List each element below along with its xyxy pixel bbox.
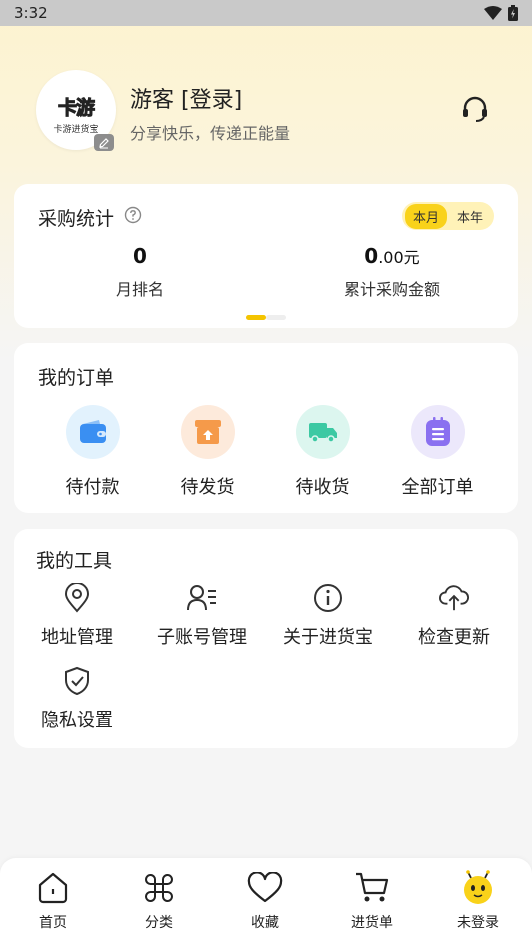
list-icon — [410, 405, 465, 459]
category-icon — [141, 870, 177, 906]
username-login-link[interactable]: 游客 [登录] — [130, 82, 242, 114]
tools-title: 我的工具 — [36, 550, 113, 572]
tab-label: 分类 — [145, 915, 173, 931]
tab-category[interactable]: 分类 — [109, 870, 209, 932]
order-status-list: 待付款 待发货 待收货 全部订单 — [14, 405, 518, 499]
sub-account-icon — [187, 583, 217, 613]
order-item-label: 待发货 — [180, 477, 235, 498]
total-amount-label: 累计采购金额 — [343, 280, 440, 299]
bottom-tab-bar: 首页 分类 收藏 进货单 未登录 — [0, 858, 532, 944]
total-purchase-stat: 0.00元 累计采购金额 — [314, 244, 470, 300]
tool-address-management[interactable]: 地址管理 — [15, 583, 139, 649]
shield-check-icon — [62, 666, 92, 696]
tool-label: 子账号管理 — [157, 627, 247, 648]
cart-icon — [354, 870, 390, 906]
total-amount-decimal: .00 — [378, 248, 404, 267]
logo-subtext: 卡游进货宝 — [53, 125, 99, 135]
total-amount-int: 0 — [364, 244, 379, 268]
tab-purchase-list[interactable]: 进货单 — [322, 870, 422, 932]
tool-label: 关于进货宝 — [283, 627, 373, 648]
profile-header: 卡游 卡游进货宝 游客 [登录] 分享快乐，传递正能量 — [36, 70, 506, 156]
order-item-label: 全部订单 — [401, 477, 474, 498]
customer-service-button[interactable] — [460, 94, 490, 124]
tool-label: 隐私设置 — [41, 710, 113, 731]
tagline: 分享快乐，传递正能量 — [130, 124, 291, 143]
order-pending-shipment[interactable]: 待发货 — [150, 405, 265, 499]
tab-favorites[interactable]: 收藏 — [215, 870, 315, 932]
rank-value: 0 — [133, 244, 147, 268]
tab-home[interactable]: 首页 — [3, 870, 103, 932]
total-amount: 0.00元 — [314, 244, 470, 268]
home-icon — [35, 870, 71, 906]
pager-indicator — [246, 315, 286, 320]
pencil-icon — [99, 137, 109, 148]
rank-label: 月排名 — [115, 280, 164, 299]
order-pending-payment[interactable]: 待付款 — [35, 405, 150, 499]
tab-label: 首页 — [39, 915, 67, 931]
edit-avatar-button[interactable] — [94, 134, 114, 151]
order-item-label: 待付款 — [65, 477, 120, 498]
tab-label: 未登录 — [457, 915, 499, 931]
my-tools-card: 我的工具 地址管理 子账号管理 关于进货宝 检查更新 隐私设置 — [14, 529, 518, 748]
truck-icon — [295, 405, 350, 459]
tool-privacy-settings[interactable]: 隐私设置 — [15, 666, 139, 732]
pager-dot — [266, 315, 286, 320]
orders-title: 我的订单 — [38, 367, 115, 389]
my-orders-card: 我的订单 待付款 待发货 待收货 全部订单 — [14, 343, 518, 513]
wifi-icon — [484, 6, 502, 20]
heart-icon — [247, 870, 283, 906]
period-option-month[interactable]: 本月 — [404, 203, 447, 229]
mascot-avatar-icon — [460, 870, 496, 906]
status-bar: 3:32 — [0, 0, 532, 26]
monthly-rank-stat: 0 月排名 — [90, 244, 190, 300]
total-amount-unit: 元 — [403, 248, 420, 267]
help-icon[interactable] — [124, 206, 142, 224]
status-icons — [484, 5, 518, 21]
tab-label: 收藏 — [251, 915, 279, 931]
tool-about[interactable]: 关于进货宝 — [266, 583, 390, 649]
period-toggle: 本月 本年 — [401, 202, 494, 230]
location-pin-icon — [62, 583, 92, 613]
tab-label: 进货单 — [351, 915, 393, 931]
pager-dot-active — [246, 315, 266, 320]
shipment-box-icon — [180, 405, 235, 459]
logo-text: 卡游 — [57, 97, 95, 120]
stats-title: 采购统计 — [38, 208, 115, 230]
status-time: 3:32 — [14, 4, 48, 22]
info-icon — [313, 583, 343, 613]
order-item-label: 待收货 — [295, 477, 350, 498]
wallet-icon — [65, 405, 120, 459]
tool-label: 检查更新 — [418, 627, 490, 648]
purchase-stats-card: 采购统计 本月 本年 0 月排名 0.00元 累计采购金额 — [14, 184, 518, 328]
battery-icon — [508, 5, 518, 21]
period-option-year[interactable]: 本年 — [449, 204, 491, 229]
cloud-upload-icon — [439, 583, 469, 613]
order-pending-receipt[interactable]: 待收货 — [265, 405, 380, 499]
order-all[interactable]: 全部订单 — [380, 405, 495, 499]
headset-icon — [463, 96, 487, 122]
tool-sub-account-management[interactable]: 子账号管理 — [140, 583, 264, 649]
tool-check-update[interactable]: 检查更新 — [392, 583, 516, 649]
tab-not-logged-in[interactable]: 未登录 — [428, 870, 528, 932]
tool-label: 地址管理 — [41, 627, 113, 648]
